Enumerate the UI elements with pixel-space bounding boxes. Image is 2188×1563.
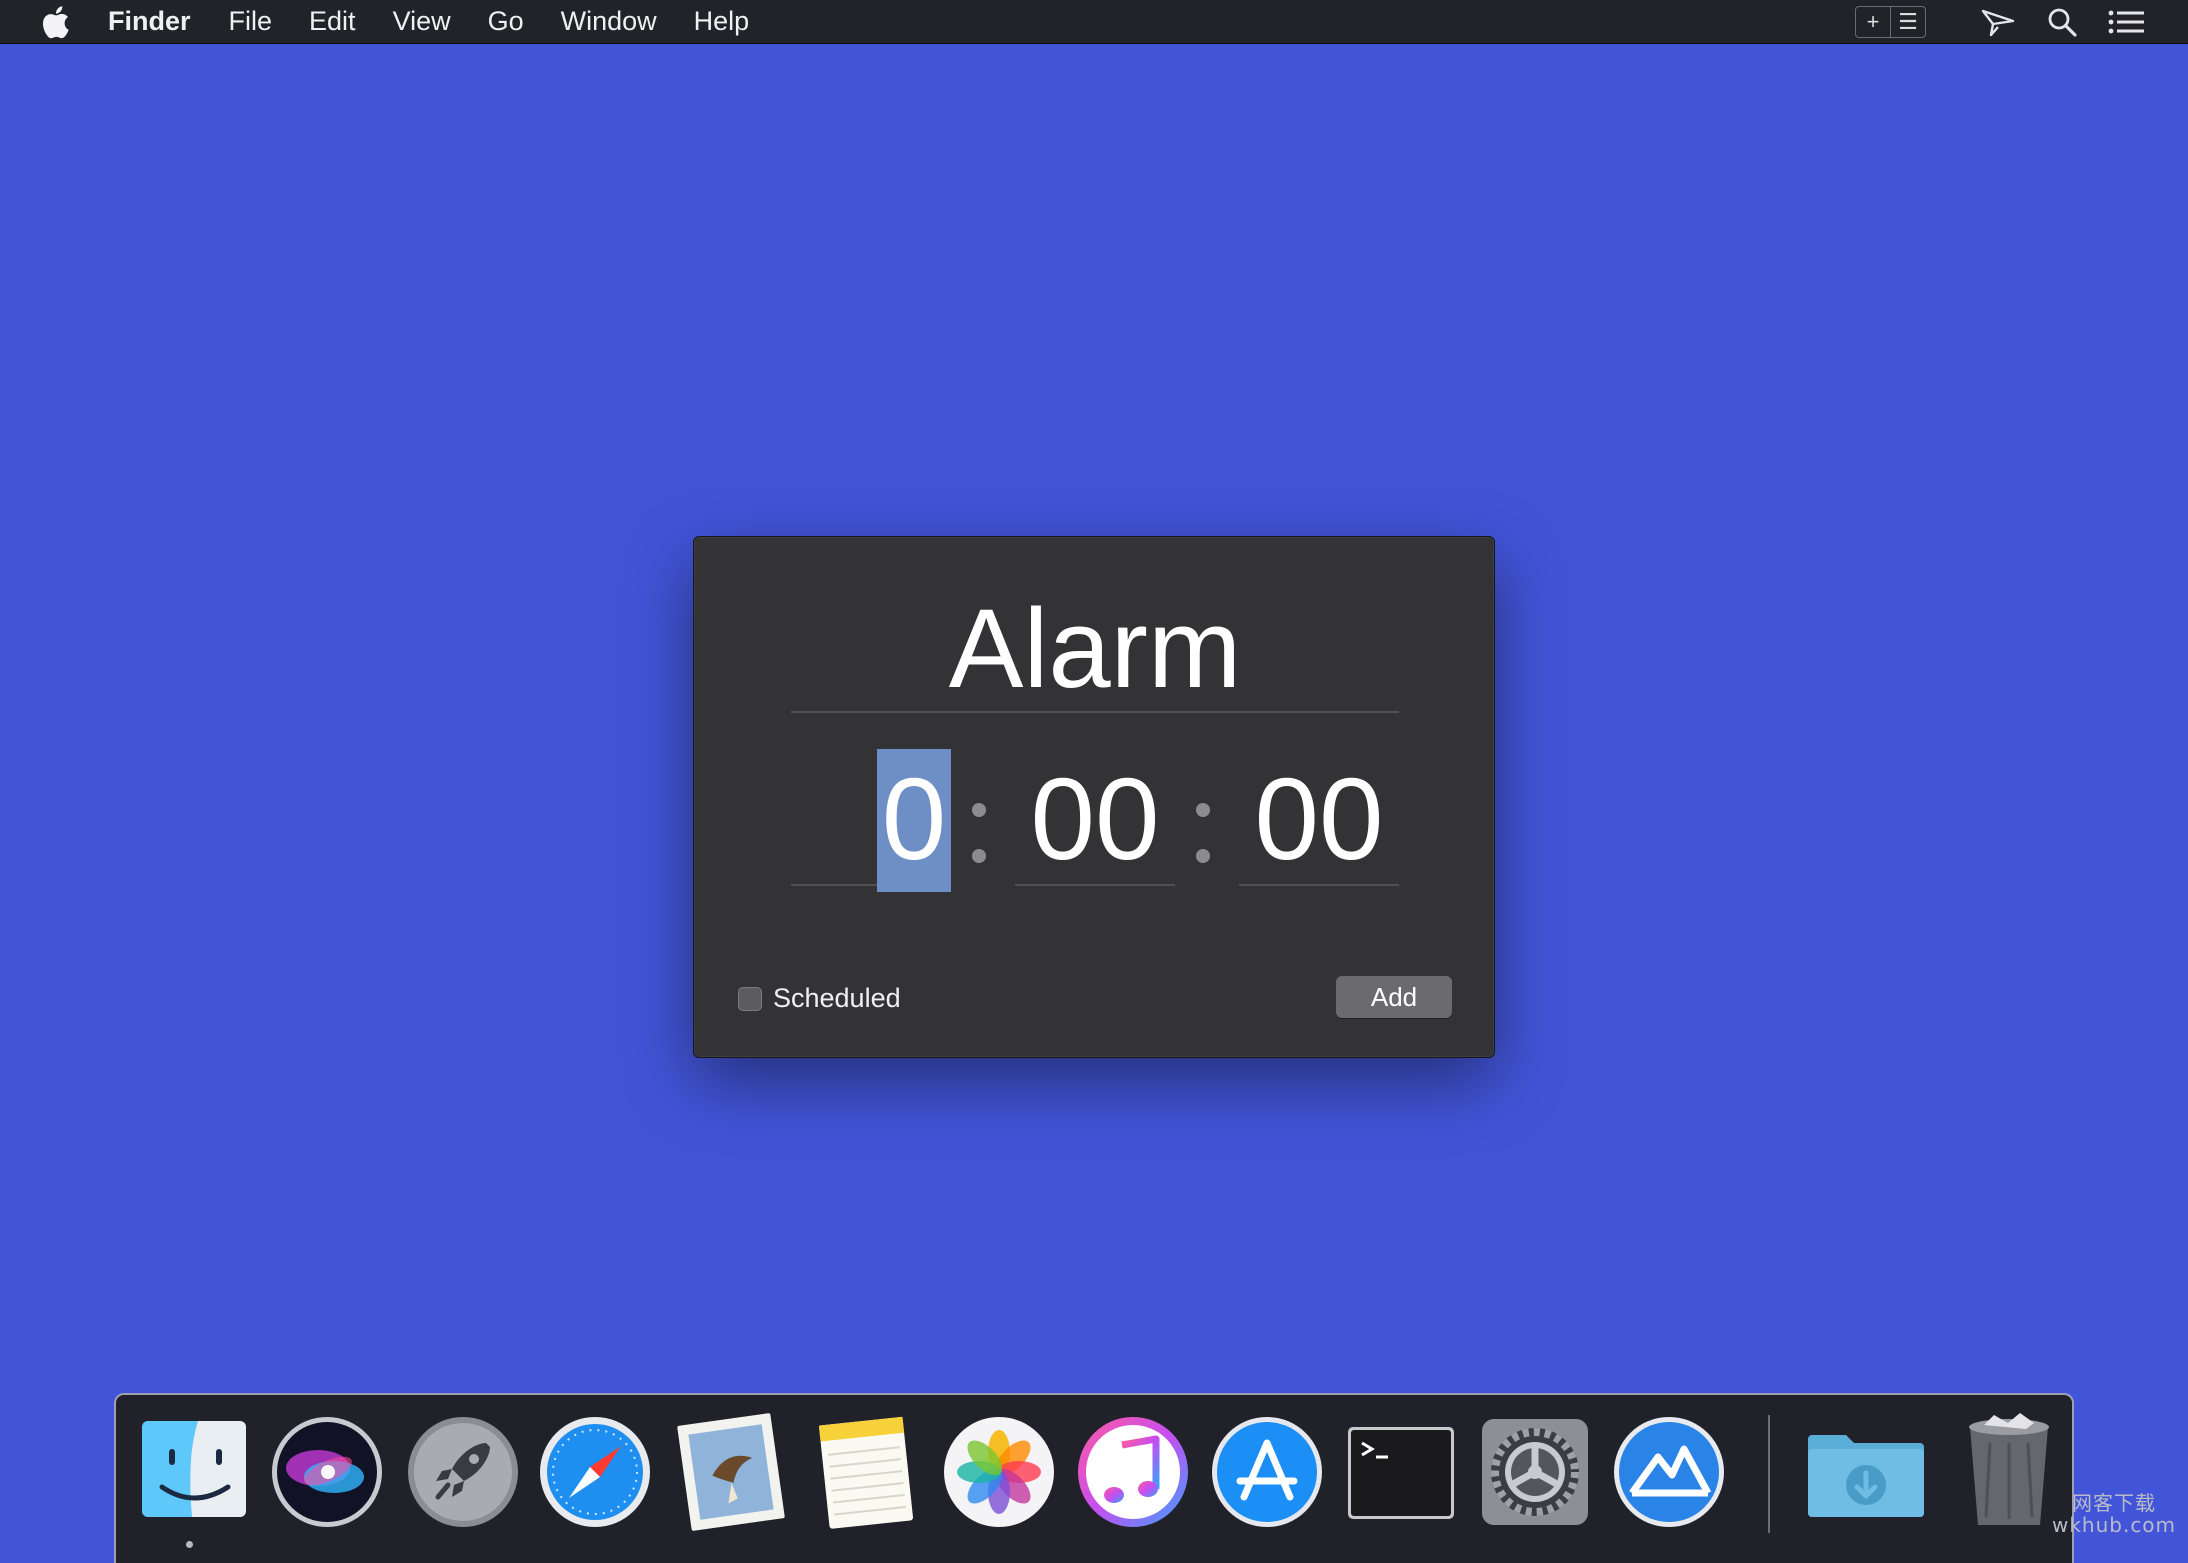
- list-icon[interactable]: ☰: [1890, 7, 1925, 37]
- scheduled-label: Scheduled: [773, 983, 901, 1013]
- notes-icon[interactable]: [806, 1413, 924, 1531]
- time-picker: 0 00 00: [791, 749, 1399, 899]
- system-preferences-icon[interactable]: [1476, 1413, 1594, 1531]
- menu-go[interactable]: Go: [488, 6, 524, 37]
- dock: [114, 1393, 2074, 1563]
- siri-icon[interactable]: [268, 1413, 386, 1531]
- safari-icon[interactable]: [536, 1413, 654, 1531]
- finder-running-indicator: [186, 1541, 193, 1548]
- watermark-line1: 网客下载: [2072, 1491, 2156, 1515]
- app-store-icon[interactable]: [1208, 1413, 1326, 1531]
- photos-icon[interactable]: [940, 1413, 1058, 1531]
- paper-plane-icon[interactable]: [1976, 0, 2020, 44]
- watermark-line2: wkhub.com: [2051, 1513, 2177, 1537]
- mountain-app-icon[interactable]: [1610, 1413, 1728, 1531]
- time-separator: [968, 767, 988, 867]
- launchpad-icon[interactable]: [404, 1413, 522, 1531]
- watermark: 网客下载 wkhub.com: [2040, 1492, 2188, 1536]
- spotlight-search-icon[interactable]: [2040, 0, 2084, 44]
- itunes-icon[interactable]: [1074, 1413, 1192, 1531]
- time-separator: [1192, 767, 1212, 867]
- menu-bar: Finder File Edit View Go Window Help + ☰: [0, 0, 2188, 44]
- minutes-field[interactable]: 00: [1015, 749, 1175, 886]
- hours-field[interactable]: 0: [791, 749, 951, 892]
- mail-icon[interactable]: [672, 1413, 790, 1531]
- seconds-field[interactable]: 00: [1239, 749, 1399, 886]
- finder-icon[interactable]: [136, 1413, 254, 1531]
- plus-icon[interactable]: +: [1856, 7, 1890, 37]
- terminal-icon[interactable]: [1342, 1413, 1460, 1531]
- menu-view[interactable]: View: [393, 6, 451, 37]
- menu-file[interactable]: File: [229, 6, 273, 37]
- notification-center-icon[interactable]: [2104, 0, 2148, 44]
- alarm-title: Alarm: [791, 587, 1399, 713]
- apple-icon[interactable]: [40, 5, 70, 39]
- alarm-window: Alarm 0 00 00 Scheduled Add: [693, 536, 1495, 1058]
- add-button[interactable]: Add: [1336, 976, 1452, 1018]
- scheduled-option[interactable]: Scheduled: [738, 983, 901, 1014]
- menu-finder[interactable]: Finder: [108, 6, 191, 37]
- scheduled-checkbox[interactable]: [738, 986, 762, 1011]
- status-widget[interactable]: + ☰: [1855, 6, 1926, 38]
- dock-separator: [1768, 1415, 1770, 1533]
- menu-edit[interactable]: Edit: [309, 6, 356, 37]
- hours-value[interactable]: 0: [877, 749, 951, 892]
- downloads-folder-icon[interactable]: [1804, 1413, 1924, 1531]
- menu-help[interactable]: Help: [694, 6, 750, 37]
- menu-window[interactable]: Window: [561, 6, 657, 37]
